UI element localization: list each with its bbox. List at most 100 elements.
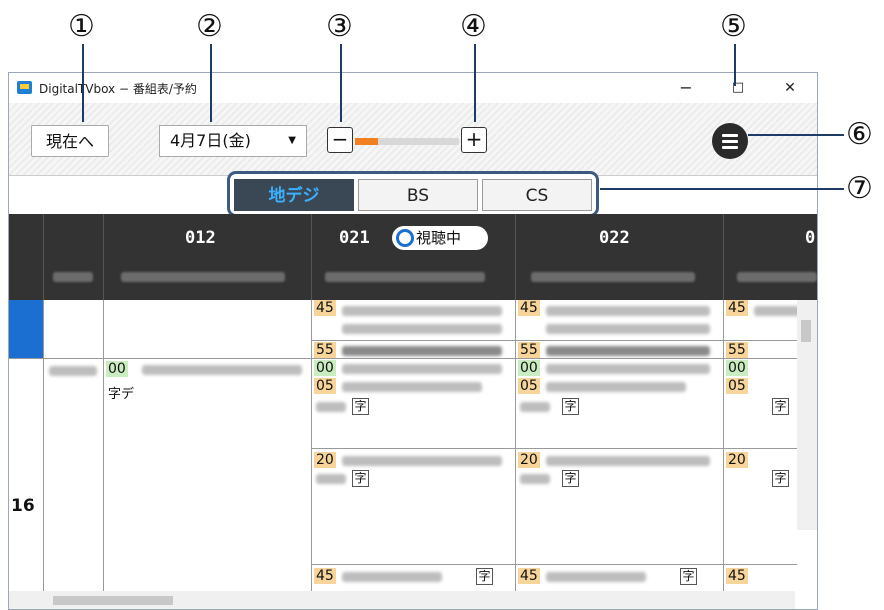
horizontal-scroll-thumb[interactable]: [53, 596, 173, 605]
grid-line: [43, 300, 44, 609]
tab-cs[interactable]: CS: [482, 179, 592, 211]
callout-line: [474, 44, 476, 122]
program-guide-grid: 012 021 視聴中 022 0 16 00 字デ 45 55 00 05 字…: [9, 214, 817, 609]
now-button[interactable]: 現在へ: [31, 125, 109, 157]
callout-1: ①: [68, 9, 95, 44]
blurred-text: [546, 572, 646, 582]
zoom-slider[interactable]: [355, 138, 459, 145]
channel-number[interactable]: 012: [185, 228, 216, 248]
blurred-text: [520, 474, 550, 484]
column-separator: [723, 214, 724, 300]
hamburger-icon: [722, 134, 738, 137]
program-start-time: 20: [314, 452, 336, 468]
blurred-text: [316, 474, 346, 484]
close-button[interactable]: ✕: [767, 73, 813, 103]
callout-3: ③: [326, 9, 353, 44]
callout-7: ⑦: [846, 171, 873, 206]
vertical-scroll-thumb[interactable]: [801, 320, 811, 342]
watching-badge: 視聴中: [392, 226, 488, 250]
program-start-time: 00: [314, 360, 336, 376]
program-start-time: 45: [518, 568, 540, 584]
program-start-time: 00: [106, 361, 128, 377]
channel-name-blurred: [53, 272, 93, 282]
tab-terrestrial[interactable]: 地デジ: [234, 179, 354, 211]
blurred-text: [49, 366, 97, 376]
date-select-value: 4月7日(金): [170, 131, 251, 150]
program-cell[interactable]: 45 55 00 05 字 20 字 45 字: [312, 300, 514, 609]
program-start-time: 45: [314, 568, 336, 584]
blurred-text: [520, 402, 550, 412]
title-bar[interactable]: DigitalTVbox − 番組表/予約 − □ ✕: [9, 73, 817, 103]
subtitle-icon: 字: [680, 568, 697, 585]
blurred-text: [342, 382, 482, 392]
subtitle-icon: 字: [352, 470, 369, 487]
vertical-scrollbar[interactable]: [797, 300, 817, 530]
program-start-time: 00: [518, 360, 540, 376]
program-start-time: 20: [518, 452, 540, 468]
channel-number[interactable]: 021: [339, 228, 370, 248]
program-start-time: 45: [518, 300, 540, 316]
date-select[interactable]: 4月7日(金) ▼: [159, 125, 307, 157]
callout-line: [600, 188, 844, 190]
program-start-time: 45: [726, 300, 748, 316]
subtitle-icon: 字: [562, 470, 579, 487]
callout-line: [340, 44, 342, 122]
callout-2: ②: [196, 9, 223, 44]
blurred-text: [342, 364, 502, 374]
subtitle-icon: 字: [562, 398, 579, 415]
subtitle-icon: 字: [772, 470, 789, 487]
program-start-time: 05: [314, 378, 336, 394]
zoom-in-button[interactable]: +: [461, 127, 487, 153]
blurred-text: [754, 306, 797, 316]
program-start-time: 45: [726, 568, 748, 584]
blurred-text: [546, 306, 710, 316]
blurred-text: [342, 306, 502, 316]
current-time-marker: [9, 300, 43, 358]
window-title: DigitalTVbox − 番組表/予約: [39, 82, 197, 96]
channel-name-blurred: [531, 272, 695, 282]
channel-name-blurred: [121, 272, 285, 282]
app-icon: [17, 81, 32, 94]
app-window: DigitalTVbox − 番組表/予約 − □ ✕ 現在へ 4月7日(金) …: [8, 72, 818, 610]
channel-name-blurred: [325, 272, 485, 282]
dropdown-caret-icon: ▼: [288, 135, 296, 146]
minimize-button[interactable]: −: [663, 73, 709, 103]
column-separator: [43, 214, 44, 300]
blurred-text: [342, 456, 502, 466]
zoom-slider-fill: [355, 138, 378, 145]
program-start-time: 00: [726, 360, 748, 376]
blurred-text: [546, 382, 686, 392]
program-start-time: 20: [726, 452, 748, 468]
blurred-text: [142, 365, 302, 375]
blurred-text: [546, 346, 710, 356]
program-start-time: 55: [314, 342, 336, 358]
subtitle-icon: 字: [476, 568, 493, 585]
program-start-time: 05: [518, 378, 540, 394]
zoom-out-button[interactable]: −: [327, 127, 353, 153]
schedule-body: 16 00 字デ 45 55 00 05 字 20 字 45 字 45 55 0…: [9, 300, 817, 609]
program-start-time: 45: [314, 300, 336, 316]
watching-label: 視聴中: [416, 229, 462, 247]
channel-header: 012 021 視聴中 022 0: [9, 214, 817, 300]
program-cell[interactable]: 00 字デ: [104, 359, 310, 609]
watching-indicator-icon: [396, 229, 414, 247]
hamburger-icon: [722, 140, 738, 143]
blurred-text: [316, 402, 346, 412]
channel-number[interactable]: 0: [805, 228, 815, 248]
broadcast-tabs: 地デジ BS CS: [227, 171, 599, 217]
column-separator: [515, 214, 516, 300]
program-start-time: 55: [726, 342, 748, 358]
program-cell[interactable]: 45 55 00 05 字 20 字 45 字: [516, 300, 722, 609]
callout-4: ④: [460, 9, 487, 44]
hamburger-icon: [722, 146, 738, 149]
blurred-text: [342, 346, 502, 356]
horizontal-scrollbar[interactable]: [9, 591, 795, 609]
blurred-text: [546, 324, 710, 334]
tab-bs[interactable]: BS: [358, 179, 478, 211]
menu-button[interactable]: [712, 123, 748, 159]
toolbar: 現在へ 4月7日(金) ▼ − +: [9, 103, 817, 175]
maximize-button[interactable]: □: [715, 73, 761, 103]
channel-number[interactable]: 022: [599, 228, 630, 248]
column-separator: [311, 214, 312, 300]
program-cell[interactable]: 45 55 00 05 字 20 字 45: [724, 300, 797, 609]
